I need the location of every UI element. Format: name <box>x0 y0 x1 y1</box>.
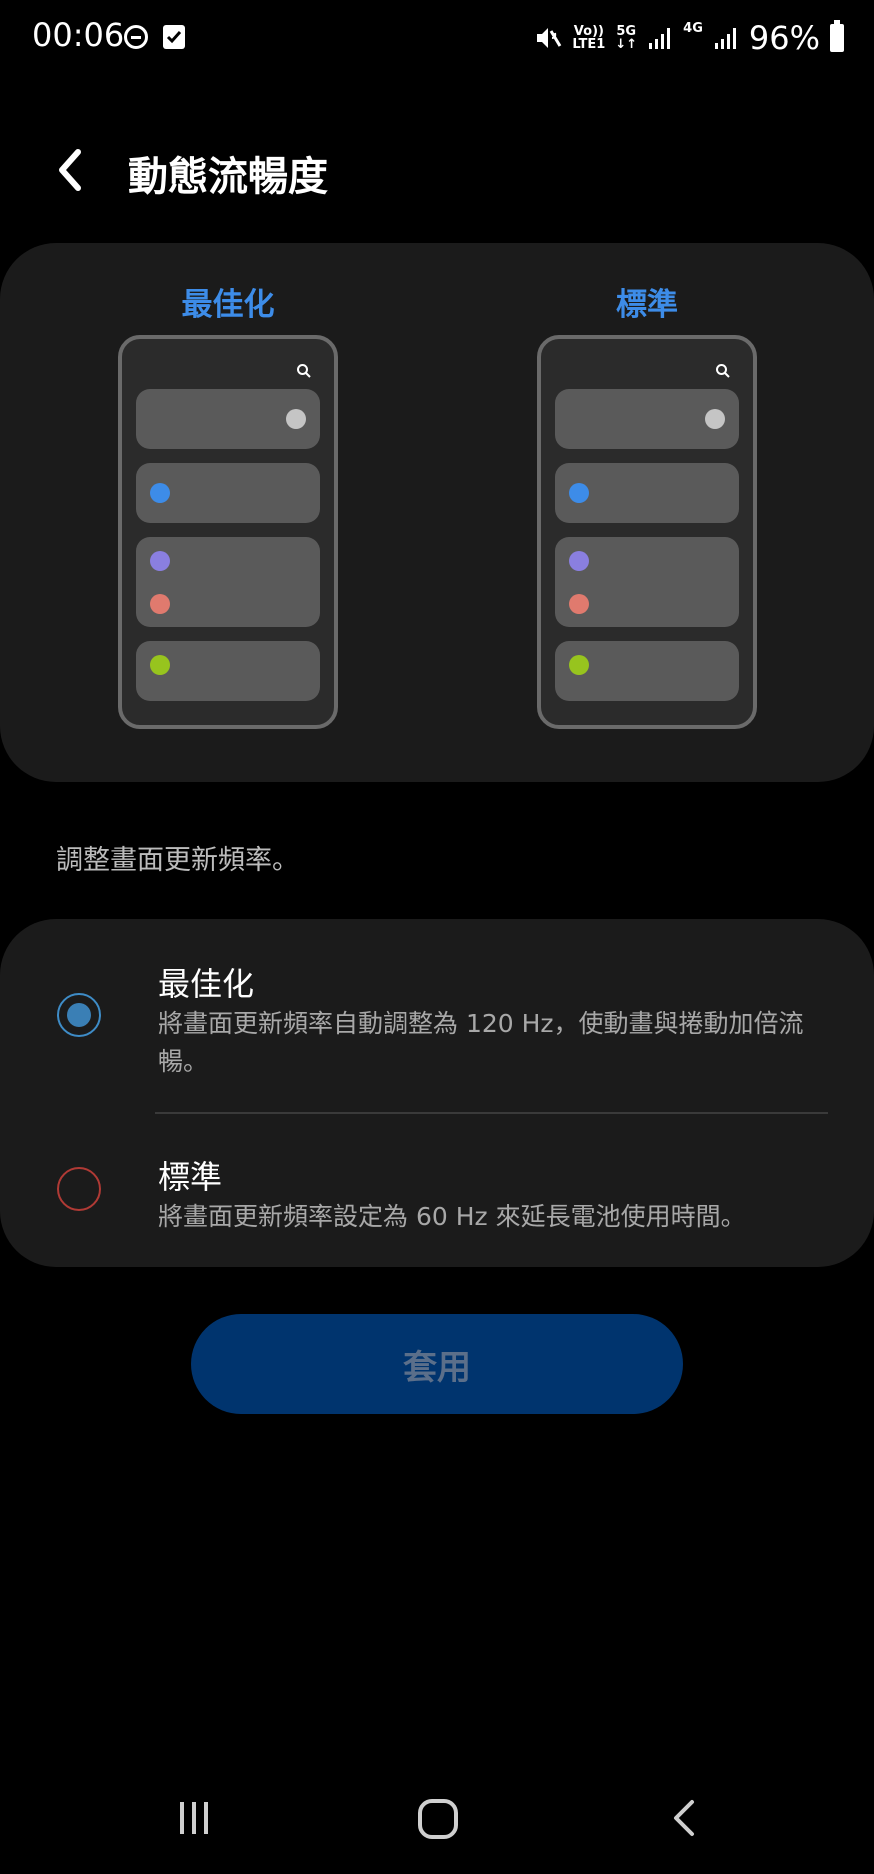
search-icon <box>716 364 730 378</box>
network-5g-indicator: 5G ↓↑ <box>615 25 637 51</box>
status-bar: 00:06 Vo)) LTE1 5G ↓↑ 4G 96% <box>0 0 874 80</box>
preview-card-item <box>136 463 320 523</box>
status-time: 00:06 <box>32 16 125 54</box>
toggle-dot-icon <box>705 409 725 429</box>
preview-phone-optimized <box>118 335 338 729</box>
back-button[interactable] <box>48 140 96 200</box>
option-title: 標準 <box>158 1158 223 1196</box>
task-check-icon <box>163 25 185 49</box>
option-description: 將畫面更新頻率自動調整為 120 Hz，使動畫與捲動加倍流暢。 <box>158 1009 804 1076</box>
green-dot-icon <box>569 655 589 675</box>
mute-icon <box>537 28 562 48</box>
radio-button-selected[interactable] <box>57 993 101 1037</box>
red-dot-icon <box>569 594 589 614</box>
setting-description: 調整畫面更新頻率。 <box>56 845 299 876</box>
apply-button[interactable]: 套用 <box>191 1314 683 1414</box>
preview-phone-standard <box>537 335 757 729</box>
option-title: 最佳化 <box>158 965 255 1003</box>
volte-indicator: Vo)) LTE1 <box>572 25 605 51</box>
purple-dot-icon <box>150 551 170 571</box>
options-card: 最佳化 將畫面更新頻率自動調整為 120 Hz，使動畫與捲動加倍流暢。 標準 將… <box>0 919 874 1267</box>
data-arrows-icon: ↓↑ <box>615 37 638 52</box>
home-icon[interactable] <box>415 1796 461 1842</box>
status-icons: Vo)) LTE1 5G ↓↑ 4G 96% <box>534 18 844 58</box>
signal-icon <box>714 28 736 49</box>
preview-card: 最佳化 標準 <box>0 243 874 782</box>
dnd-icon <box>124 25 148 49</box>
recent-apps-icon[interactable] <box>172 1796 216 1840</box>
green-dot-icon <box>150 655 170 675</box>
blue-dot-icon <box>569 483 589 503</box>
preview-card-item <box>555 389 739 449</box>
nav-back-icon[interactable] <box>664 1796 708 1840</box>
battery-icon <box>830 20 844 52</box>
red-dot-icon <box>150 594 170 614</box>
option-optimized[interactable]: 最佳化 將畫面更新頻率自動調整為 120 Hz，使動畫與捲動加倍流暢。 <box>0 919 874 1112</box>
search-icon <box>297 364 311 378</box>
preview-card-item <box>555 463 739 523</box>
option-standard[interactable]: 標準 將畫面更新頻率設定為 60 Hz 來延長電池使用時間。 <box>0 1114 874 1267</box>
preview-card-item <box>555 537 739 627</box>
page-title: 動態流暢度 <box>128 154 328 200</box>
preview-card-item <box>136 389 320 449</box>
preview-card-item <box>555 641 739 701</box>
blue-dot-icon <box>150 483 170 503</box>
preview-card-item <box>136 641 320 701</box>
purple-dot-icon <box>569 551 589 571</box>
chevron-left-icon <box>59 149 81 191</box>
option-description: 將畫面更新頻率設定為 60 Hz 來延長電池使用時間。 <box>158 1202 746 1231</box>
volte-bottom-label: LTE1 <box>572 37 606 52</box>
battery-percent: 96% <box>748 19 820 57</box>
network-4g-label: 4G <box>683 21 703 36</box>
preview-label-standard: 標準 <box>616 287 678 323</box>
preview-card-item <box>136 537 320 627</box>
preview-label-optimized: 最佳化 <box>181 287 275 323</box>
toggle-dot-icon <box>286 409 306 429</box>
signal-icon <box>649 28 671 49</box>
radio-button-unselected[interactable] <box>57 1167 101 1211</box>
